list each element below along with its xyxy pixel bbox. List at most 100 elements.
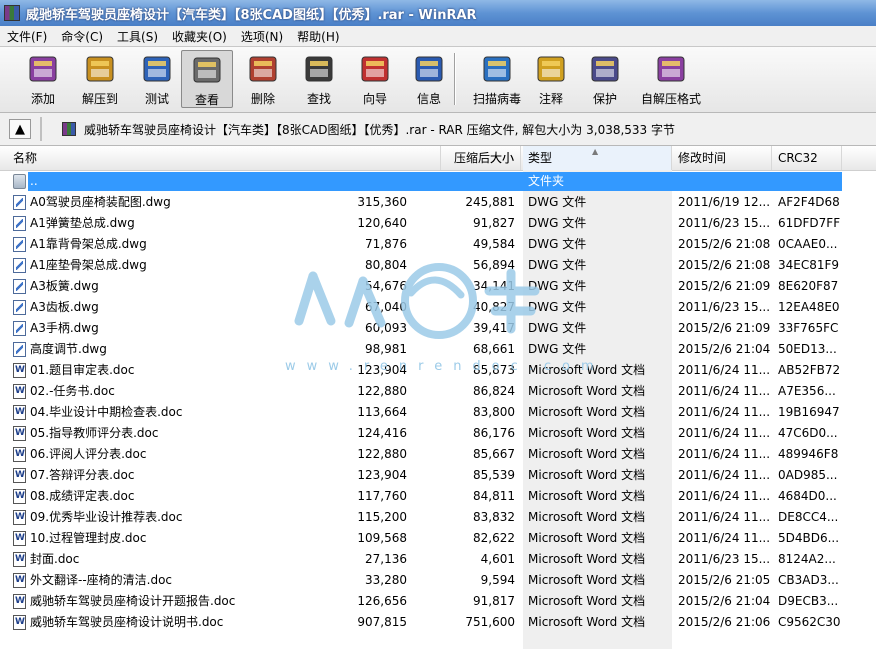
file-modified: 2011/6/24 11... bbox=[678, 489, 771, 503]
file-row[interactable]: 09.优秀毕业设计推荐表.doc115,20083,832Microsoft W… bbox=[0, 507, 876, 528]
file-row[interactable]: 高度调节.dwg 98,981 68,661 DWG 文件 2015/2/6 21:04… bbox=[0, 339, 876, 360]
file-type: Microsoft Word 文档 bbox=[528, 594, 646, 608]
menu-favorites[interactable]: 收藏夹(O) bbox=[165, 28, 234, 45]
file-modified: 2011/6/23 15... bbox=[678, 552, 771, 566]
up-folder-button[interactable]: ▲ bbox=[9, 119, 31, 139]
file-row[interactable]: 04.毕业设计中期检查表.doc113,66483,800Microsoft W… bbox=[0, 402, 876, 423]
file-crc32: AF2F4D68 bbox=[778, 195, 840, 209]
file-modified: 2015/2/6 21:04 bbox=[678, 594, 771, 608]
menu-options[interactable]: 选项(N) bbox=[234, 28, 290, 45]
toolbar-button-comment[interactable]: 注释 bbox=[525, 50, 577, 108]
column-header-modified[interactable]: 修改时间 bbox=[672, 146, 772, 170]
file-packed-size: 86,176 bbox=[473, 426, 515, 440]
sfx-icon bbox=[653, 51, 689, 87]
menu-commands[interactable]: 命令(C) bbox=[54, 28, 110, 45]
word-doc-icon bbox=[13, 552, 26, 567]
file-type: DWG 文件 bbox=[528, 195, 587, 209]
toolbar-button-add-archive[interactable]: 添加 bbox=[17, 50, 69, 108]
file-modified: 2011/6/24 11... bbox=[678, 447, 771, 461]
column-header-name[interactable]: 名称 bbox=[0, 146, 441, 170]
toolbar: 添加 解压到 测试 查看 删除 查找 向导 信息 扫描病毒 注释 保护 自解压格式 bbox=[0, 47, 876, 113]
file-row[interactable]: A3板簧.dwg 54,676 34,141 DWG 文件 2015/2/6 21:09… bbox=[0, 276, 876, 297]
wizard-icon bbox=[357, 51, 393, 87]
file-size: 120,640 bbox=[357, 216, 407, 230]
file-crc32: 12EA48E0 bbox=[778, 300, 840, 314]
protect-icon bbox=[587, 51, 623, 87]
menu-bar: 文件(F) 命令(C) 工具(S) 收藏夹(O) 选项(N) 帮助(H) bbox=[0, 26, 876, 47]
menu-file[interactable]: 文件(F) bbox=[0, 28, 54, 45]
file-crc32: 8124A2... bbox=[778, 552, 836, 566]
winrar-icon bbox=[4, 5, 20, 21]
toolbar-button-protect[interactable]: 保护 bbox=[579, 50, 631, 108]
file-row[interactable]: 06.评阅人评分表.doc122,88085,667Microsoft Word… bbox=[0, 444, 876, 465]
file-size: 117,760 bbox=[357, 489, 407, 503]
file-row[interactable]: A1弹簧垫总成.dwg 120,640 91,827 DWG 文件 2011/6/23 … bbox=[0, 213, 876, 234]
file-modified: 2011/6/23 15... bbox=[678, 216, 771, 230]
file-crc32: 5D4BD6... bbox=[778, 531, 840, 545]
file-type: DWG 文件 bbox=[528, 279, 587, 293]
file-modified: 2011/6/24 11... bbox=[678, 510, 771, 524]
file-size: 115,200 bbox=[357, 510, 407, 524]
file-row[interactable]: 威驰轿车驾驶员座椅设计开题报告.doc126,65691,817Microsof… bbox=[0, 591, 876, 612]
file-packed-size: 84,811 bbox=[473, 489, 515, 503]
column-header-packed[interactable]: 压缩后大小 bbox=[442, 146, 521, 170]
file-packed-size: 40,827 bbox=[473, 300, 515, 314]
word-doc-icon bbox=[13, 573, 26, 588]
file-modified: 2011/6/19 12... bbox=[678, 195, 771, 209]
toolbar-button-extract-to[interactable]: 解压到 bbox=[74, 50, 126, 108]
file-crc32: A7E356... bbox=[778, 384, 836, 398]
parent-folder-row[interactable]: .. 文件夹 bbox=[0, 171, 876, 192]
toolbar-button-wizard[interactable]: 向导 bbox=[349, 50, 401, 108]
file-crc32 bbox=[778, 171, 848, 192]
toolbar-button-find[interactable]: 查找 bbox=[293, 50, 345, 108]
file-row[interactable]: A1座垫骨架总成.dwg 80,804 56,894 DWG 文件 2015/2/6 2… bbox=[0, 255, 876, 276]
file-packed-size bbox=[442, 171, 515, 192]
menu-tools[interactable]: 工具(S) bbox=[110, 28, 165, 45]
file-size: 54,676 bbox=[365, 279, 407, 293]
archive-icon bbox=[62, 122, 76, 136]
folder-icon bbox=[13, 174, 26, 189]
file-size: 907,815 bbox=[357, 615, 407, 629]
toolbar-button-sfx[interactable]: 自解压格式 bbox=[636, 50, 706, 108]
file-packed-size: 91,827 bbox=[473, 216, 515, 230]
title-bar[interactable]: 威驰轿车驾驶员座椅设计【汽车类】【8张CAD图纸】【优秀】.rar - WinR… bbox=[0, 0, 876, 26]
file-type: Microsoft Word 文档 bbox=[528, 615, 646, 629]
file-list[interactable]: 名称 大小 类型 修改时间 CRC32 压缩后大小 ▲ .. 文件夹 A0驾驶员座椅… bbox=[0, 146, 876, 649]
file-row[interactable]: 封面.doc27,1364,601Microsoft Word 文档2011/6… bbox=[0, 549, 876, 570]
file-row[interactable]: 08.成绩评定表.doc117,76084,811Microsoft Word … bbox=[0, 486, 876, 507]
file-size: 124,416 bbox=[357, 426, 407, 440]
file-row[interactable]: A0驾驶员座椅装配图.dwg 315,360 245,881 DWG 文件 2011/6… bbox=[0, 192, 876, 213]
toolbar-button-delete[interactable]: 删除 bbox=[237, 50, 289, 108]
file-modified: 2015/2/6 21:05 bbox=[678, 573, 771, 587]
column-header-crc32[interactable]: CRC32 bbox=[772, 146, 842, 170]
file-type: DWG 文件 bbox=[528, 300, 587, 314]
toolbar-button-virus-scan[interactable]: 扫描病毒 bbox=[464, 50, 530, 108]
file-row[interactable]: 10.过程管理封皮.doc109,56882,622Microsoft Word… bbox=[0, 528, 876, 549]
file-packed-size: 4,601 bbox=[480, 552, 515, 566]
toolbar-button-view[interactable]: 查看 bbox=[181, 50, 233, 108]
file-row[interactable]: 07.答辩评分表.doc123,90485,539Microsoft Word … bbox=[0, 465, 876, 486]
file-type: Microsoft Word 文档 bbox=[528, 531, 646, 545]
menu-help[interactable]: 帮助(H) bbox=[290, 28, 346, 45]
file-row[interactable]: A3齿板.dwg 67,040 40,827 DWG 文件 2011/6/23 15..… bbox=[0, 297, 876, 318]
file-row[interactable]: 05.指导教师评分表.doc124,41686,176Microsoft Wor… bbox=[0, 423, 876, 444]
file-crc32: C9562C30 bbox=[778, 615, 841, 629]
file-packed-size: 85,667 bbox=[473, 447, 515, 461]
file-packed-size: 56,894 bbox=[473, 258, 515, 272]
file-type: Microsoft Word 文档 bbox=[528, 468, 646, 482]
toolbar-button-info[interactable]: 信息 bbox=[403, 50, 455, 108]
file-row[interactable]: 威驰轿车驾驶员座椅设计说明书.doc907,815751,600Microsof… bbox=[0, 612, 876, 633]
file-type: DWG 文件 bbox=[528, 258, 587, 272]
file-size: 80,804 bbox=[365, 258, 407, 272]
file-crc32: 61DFD7FF bbox=[778, 216, 841, 230]
file-packed-size: 39,417 bbox=[473, 321, 515, 335]
file-size: 71,876 bbox=[365, 237, 407, 251]
file-row[interactable]: A1靠背骨架总成.dwg 71,876 49,584 DWG 文件 2015/2/6 2… bbox=[0, 234, 876, 255]
toolbar-button-label: 测试 bbox=[144, 92, 169, 106]
file-crc32: 34EC81F9 bbox=[778, 258, 840, 272]
file-row[interactable]: A3手柄.dwg 60,093 39,417 DWG 文件 2015/2/6 21:09… bbox=[0, 318, 876, 339]
window-title: 威驰轿车驾驶员座椅设计【汽车类】【8张CAD图纸】【优秀】.rar - WinR… bbox=[26, 7, 477, 23]
toolbar-button-test[interactable]: 测试 bbox=[131, 50, 183, 108]
file-row[interactable]: 外文翻译--座椅的清洁.doc33,2809,594Microsoft Word… bbox=[0, 570, 876, 591]
file-row[interactable]: 02.-任务书.doc122,88086,824Microsoft Word 文… bbox=[0, 381, 876, 402]
